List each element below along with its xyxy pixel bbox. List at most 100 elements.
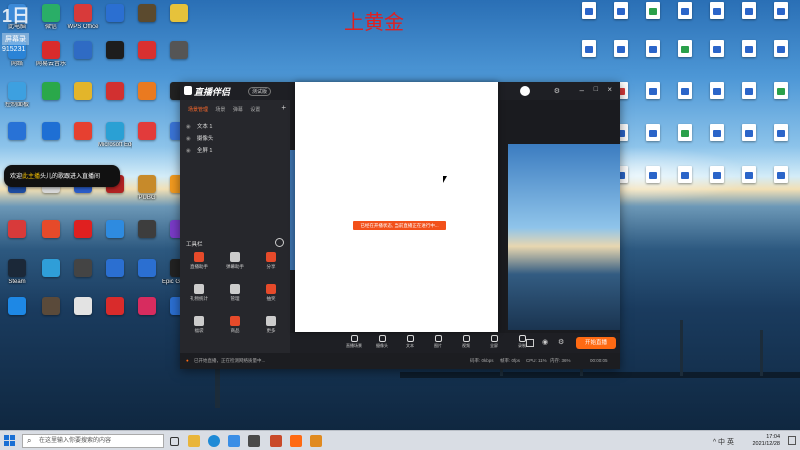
desktop-file-icon[interactable] <box>764 124 798 162</box>
desktop-file-icon[interactable] <box>764 2 798 40</box>
desktop-file-icon[interactable] <box>604 2 638 40</box>
tool-button[interactable]: 礼物统计 <box>184 284 214 306</box>
view-icon[interactable]: ◉ <box>542 338 548 346</box>
desktop-icon[interactable]: PUBG <box>130 175 164 213</box>
desktop-icon[interactable] <box>130 82 164 120</box>
camera-toggle-icon[interactable] <box>526 339 534 347</box>
edge-icon[interactable] <box>208 435 220 447</box>
desktop-file-icon[interactable] <box>764 166 798 204</box>
desktop-icon[interactable] <box>98 259 132 297</box>
desktop-file-icon[interactable] <box>636 40 670 78</box>
desktop-file-icon[interactable] <box>764 82 798 120</box>
desktop-icon[interactable]: WPS Office <box>66 4 100 42</box>
desktop-icon[interactable]: Steam <box>0 259 34 297</box>
desktop-file-icon[interactable] <box>732 82 766 120</box>
desktop-icon[interactable] <box>0 297 34 335</box>
tab-scene[interactable]: 场景 <box>215 107 225 113</box>
desktop-file-icon[interactable] <box>636 2 670 40</box>
desktop-icon[interactable] <box>66 122 100 160</box>
desktop-icon[interactable] <box>130 220 164 258</box>
desktop-file-icon[interactable] <box>700 166 734 204</box>
source-item-fullscreen[interactable]: ◉ 全屏 1 <box>186 146 212 154</box>
tool-button[interactable]: 分享 <box>256 252 286 274</box>
desktop-icon[interactable] <box>130 4 164 42</box>
notification-icon[interactable] <box>788 436 796 445</box>
desktop-file-icon[interactable] <box>668 40 702 78</box>
desktop-file-icon[interactable] <box>604 40 638 78</box>
blank-popup-panel[interactable] <box>295 82 498 332</box>
desktop-icon[interactable] <box>130 41 164 79</box>
desktop-file-icon[interactable] <box>732 166 766 204</box>
desktop-file-icon[interactable] <box>572 2 606 40</box>
desktop-file-icon[interactable] <box>668 82 702 120</box>
desktop-file-icon[interactable] <box>700 82 734 120</box>
start-live-button[interactable]: 开始直播 <box>576 337 616 349</box>
taskbar-search-input[interactable]: ⌕ 在这里输入你要搜索的内容 <box>22 434 164 448</box>
desktop-file-icon[interactable] <box>636 166 670 204</box>
tool-button[interactable]: 直播助手 <box>184 252 214 274</box>
scene-control-button[interactable]: 图片 <box>426 335 450 349</box>
minimize-icon[interactable]: – <box>580 86 584 95</box>
tab-scene-manage[interactable]: 场景管理 <box>188 107 208 113</box>
desktop-file-icon[interactable] <box>636 82 670 120</box>
store-icon[interactable] <box>228 435 240 447</box>
source-item-camera[interactable]: ◉ 摄像头 <box>186 134 213 142</box>
clock[interactable]: 17:04 2021/12/28 <box>752 434 780 448</box>
desktop-icon[interactable] <box>34 122 68 160</box>
scene-control-button[interactable]: 直播场景 <box>342 335 366 349</box>
scene-control-button[interactable]: 文本 <box>398 335 422 349</box>
app-icon[interactable] <box>248 435 260 447</box>
desktop-file-icon[interactable] <box>572 40 606 78</box>
tool-button[interactable]: 抽奖 <box>256 284 286 306</box>
desktop-file-icon[interactable] <box>668 2 702 40</box>
add-scene-icon[interactable]: + <box>281 103 286 112</box>
tool-button[interactable]: 管理 <box>220 284 250 306</box>
desktop-file-icon[interactable] <box>732 124 766 162</box>
desktop-file-icon[interactable] <box>668 124 702 162</box>
desktop-file-icon[interactable] <box>732 40 766 78</box>
system-tray[interactable]: ^ 中 英 <box>713 437 734 447</box>
desktop-icon[interactable] <box>66 259 100 297</box>
desktop-file-icon[interactable] <box>764 40 798 78</box>
desktop-icon[interactable] <box>130 122 164 160</box>
desktop-icon[interactable] <box>66 82 100 120</box>
start-button[interactable] <box>4 435 16 447</box>
eye-icon[interactable]: ◉ <box>186 124 191 130</box>
desktop-icon[interactable] <box>0 122 34 160</box>
desktop-icon[interactable] <box>66 297 100 335</box>
desktop-icon[interactable] <box>34 297 68 335</box>
scene-control-button[interactable]: 摄像头 <box>370 335 394 349</box>
eye-icon[interactable]: ◉ <box>186 148 191 154</box>
desktop-icon[interactable] <box>162 4 196 42</box>
user-avatar[interactable] <box>520 86 530 96</box>
close-icon[interactable]: × <box>607 85 612 94</box>
maximize-icon[interactable]: □ <box>594 86 598 93</box>
desktop-icon[interactable]: 控制面板 <box>0 82 34 120</box>
desktop-icon[interactable] <box>98 82 132 120</box>
live-tool-taskbar-icon[interactable] <box>310 435 322 447</box>
desktop-icon[interactable] <box>0 220 34 258</box>
tools-more-icon[interactable] <box>275 238 284 247</box>
scene-control-button[interactable]: 全屏 <box>482 335 506 349</box>
tool-button[interactable]: 更多 <box>256 316 286 338</box>
desktop-icon[interactable] <box>66 220 100 258</box>
desktop-icon[interactable] <box>34 82 68 120</box>
desktop-file-icon[interactable] <box>700 40 734 78</box>
desktop-icon[interactable] <box>98 220 132 258</box>
desktop-icon[interactable] <box>34 259 68 297</box>
settings-icon[interactable]: ⚙ <box>554 87 560 95</box>
desktop-icon[interactable] <box>98 297 132 335</box>
desktop-icon[interactable] <box>162 41 196 79</box>
file-explorer-icon[interactable] <box>188 435 200 447</box>
tab-settings[interactable]: 设置 <box>250 107 260 113</box>
desktop-icon[interactable]: Microsoft Edge <box>98 122 132 160</box>
desktop-icon[interactable] <box>34 220 68 258</box>
tab-danmu[interactable]: 弹幕 <box>233 107 243 113</box>
live-companion-taskbar-icon[interactable] <box>290 435 302 447</box>
tool-button[interactable]: 商品 <box>220 316 250 338</box>
desktop-file-icon[interactable] <box>636 124 670 162</box>
taskview-icon[interactable] <box>170 437 179 446</box>
tool-button[interactable]: 弹幕助手 <box>220 252 250 274</box>
desktop-icon[interactable] <box>66 41 100 79</box>
game-app-icon[interactable] <box>270 435 282 447</box>
